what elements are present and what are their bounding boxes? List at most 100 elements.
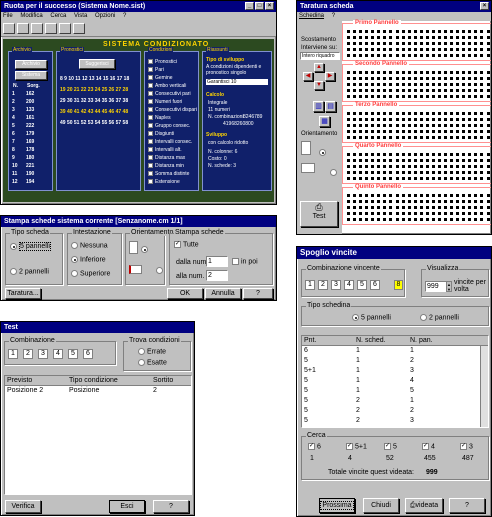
spoglio-table[interactable]: Pnt. N. sched. N. pan. 6 1 1 5 1 2 5+1 1 3 5 1 4 5 1 5… [301, 335, 489, 428]
cerca-check[interactable]: ✓ [384, 443, 391, 450]
layout-5-icon[interactable]: ▥ [313, 101, 324, 112]
cerca-check[interactable]: ✓ [460, 443, 467, 450]
minimize-button[interactable]: _ [245, 2, 254, 10]
condizione-item[interactable]: Somma distinte [148, 170, 198, 178]
radio-2-pannelli[interactable] [10, 268, 17, 275]
menu-opzioni[interactable]: Opzioni [95, 13, 115, 19]
radio-errate[interactable] [138, 348, 145, 355]
taratura-test-button[interactable]: ⎙ Test [300, 201, 338, 227]
orient-portrait-radio[interactable] [319, 149, 326, 156]
radio-superiore[interactable] [71, 270, 78, 277]
visualizza-input[interactable]: 999 [425, 281, 447, 292]
condizione-item[interactable]: Consecutivi dispari [148, 106, 198, 114]
condizioni-list[interactable]: Pronostici Pari Gemine Ambo verticali Consec… [148, 58, 198, 186]
arrow-up-button[interactable]: ▲ [314, 63, 324, 72]
taratura-button[interactable]: Taratura... [5, 288, 41, 299]
cerca-item[interactable]: ✓ 4 [422, 443, 435, 450]
archivio-list[interactable]: 1 162 2 200 3 133 4 161 5 222 6 179 7 169 8 178 9 180 10 22… [12, 90, 50, 186]
table-row[interactable]: 5 2 3 [302, 416, 488, 426]
list-item[interactable]: 8 178 [12, 146, 50, 154]
condizione-check[interactable] [148, 99, 153, 105]
test-esci-button[interactable]: Esci [109, 500, 145, 513]
pronostici-row[interactable]: 29 30 31 32 33 34 35 36 37 38 [60, 96, 140, 107]
condizione-item[interactable]: Intervalli consec. [148, 138, 198, 146]
condizione-check[interactable] [148, 179, 153, 185]
list-item[interactable]: 1 162 [12, 90, 50, 98]
new-icon[interactable] [3, 23, 15, 34]
radio-nessuna[interactable] [71, 242, 78, 249]
cerca-item[interactable]: ✓ 3 [460, 443, 473, 450]
condizione-check[interactable] [148, 171, 153, 177]
condizione-check[interactable] [148, 163, 153, 169]
condizione-check[interactable] [148, 131, 153, 137]
list-item[interactable]: 11 190 [12, 170, 50, 178]
condizione-item[interactable]: Ambo verticali [148, 82, 198, 90]
arrow-down-button[interactable]: ▼ [314, 81, 324, 90]
scheda-grid[interactable] [347, 71, 491, 98]
opt-2-pannelli[interactable]: 2 pannelli [10, 268, 49, 275]
orient-landscape-radio[interactable] [329, 169, 337, 176]
test-combo-field[interactable]: 1 [8, 349, 18, 359]
stampa-help-button[interactable]: ? [243, 288, 273, 299]
list-item[interactable]: 9 180 [12, 154, 50, 162]
condizione-check[interactable] [148, 91, 153, 97]
condizione-check[interactable] [148, 67, 153, 73]
table-row[interactable]: 5 2 1 [302, 396, 488, 406]
spoglio-chiudi-button[interactable]: Chiudi [363, 498, 399, 513]
condizione-check[interactable] [148, 107, 153, 113]
wheel-icon[interactable] [59, 23, 71, 34]
condizione-item[interactable]: Pari [148, 66, 198, 74]
opt-esatte[interactable]: Esatte [138, 359, 167, 366]
open-icon[interactable] [17, 23, 29, 34]
pronostici-row[interactable]: 8 9 10 11 12 13 14 15 16 17 18 [60, 74, 140, 85]
radio-esatte[interactable] [138, 359, 145, 366]
dalla-num-input[interactable]: 1 [206, 256, 228, 267]
menu-help[interactable]: ? [123, 13, 126, 19]
condizione-item[interactable]: Pronostici [148, 58, 198, 66]
condizione-item[interactable]: Consecutivi pari [148, 90, 198, 98]
test-icon[interactable] [73, 23, 85, 34]
scheda-grid[interactable] [347, 112, 491, 139]
test-combo-field[interactable]: 5 [68, 349, 78, 359]
spoglio-help-button[interactable]: ? [449, 498, 485, 513]
orient-portrait-icon[interactable] [301, 141, 311, 155]
list-item[interactable]: 7 169 [12, 138, 50, 146]
cerca-item[interactable]: ✓ 6 [308, 443, 321, 450]
list-item[interactable]: 5 222 [12, 122, 50, 130]
stampa-landscape-radio[interactable] [155, 267, 163, 274]
spoglio-opt-2[interactable]: 2 pannelli [420, 314, 459, 321]
spoglio-combo-field[interactable]: 3 [331, 280, 341, 290]
taratura-close-button[interactable]: × [480, 2, 489, 10]
stampa-portrait-icon[interactable] [129, 241, 138, 254]
condizione-item[interactable]: Disgiunti [148, 130, 198, 138]
menu-cerca[interactable]: Cerca [50, 13, 66, 19]
condizione-check[interactable] [148, 75, 153, 81]
test-combo-field[interactable]: 4 [53, 349, 63, 359]
radio-inferiore[interactable] [71, 256, 78, 263]
condizione-check[interactable] [148, 147, 153, 153]
condizione-item[interactable]: Naples [148, 114, 198, 122]
table-row[interactable]: 5 1 2 [302, 356, 488, 366]
scheda-grid[interactable] [347, 30, 491, 57]
table-row[interactable]: 6 1 1 [302, 346, 488, 356]
list-item[interactable]: 3 133 [12, 106, 50, 114]
scheda-grid[interactable] [347, 194, 491, 221]
stampa-landscape-icon[interactable] [129, 265, 142, 274]
verifica-button[interactable]: Verifica [5, 500, 41, 513]
spoglio-radio-2[interactable] [420, 314, 427, 321]
close-button[interactable]: × [265, 2, 274, 10]
pronostici-row[interactable]: 49 50 51 52 53 54 55 56 57 58 [60, 118, 140, 129]
cerca-item[interactable]: ✓ 5+1 [346, 443, 367, 450]
spoglio-radio-5[interactable] [352, 314, 359, 321]
layout-2-icon[interactable]: ▤ [325, 101, 336, 112]
condizione-item[interactable]: Numeri fuori [148, 98, 198, 106]
test-help-button[interactable]: ? [153, 500, 189, 513]
list-item[interactable]: 12 194 [12, 178, 50, 186]
spoglio-opt-5[interactable]: 5 pannelli [352, 314, 391, 321]
archivio-button[interactable]: Archivio [15, 60, 47, 69]
tutte-check[interactable]: ✓ [174, 241, 181, 248]
int-nessuna[interactable]: Nessuna [71, 242, 108, 249]
condizione-check[interactable] [148, 83, 153, 89]
prossima-button[interactable]: Prossima [319, 498, 355, 513]
table-row[interactable]: 5+1 1 3 [302, 366, 488, 376]
